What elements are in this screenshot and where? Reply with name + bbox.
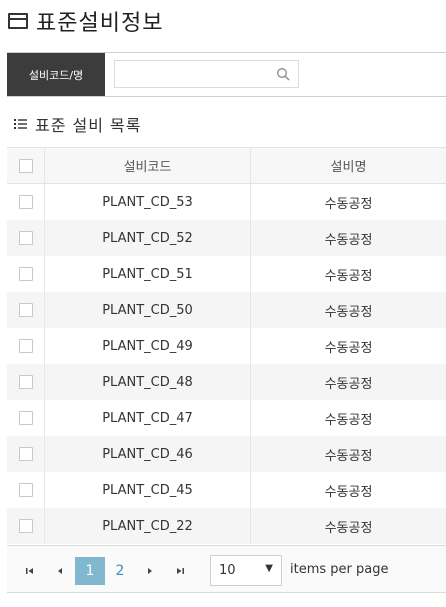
cell-equipment-code: PLANT_CD_45: [45, 472, 251, 508]
page-size-value: 10: [219, 563, 236, 578]
list-icon: [14, 119, 27, 129]
cell-equipment-code: PLANT_CD_48: [45, 364, 251, 400]
cell-equipment-code: PLANT_CD_51: [45, 256, 251, 292]
select-all-checkbox[interactable]: [18, 158, 33, 173]
last-page-icon: [177, 568, 184, 574]
cell-equipment-name: 수동공정: [324, 340, 373, 356]
row-checkbox[interactable]: [18, 483, 33, 497]
table-row[interactable]: PLANT_CD_51 수동공정: [7, 256, 446, 292]
page-size-select[interactable]: 10 ▼: [210, 555, 282, 586]
cell-equipment-code: PLANT_CD_46: [45, 436, 251, 472]
section-header: 표준 설비 목록: [14, 112, 142, 136]
cell-equipment-code: PLANT_CD_52: [45, 220, 251, 256]
column-header-code[interactable]: 설비코드: [45, 148, 251, 183]
search-label: 설비코드/명: [7, 53, 105, 96]
cell-equipment-name: 수동공정: [324, 448, 373, 464]
row-checkbox[interactable]: [18, 303, 33, 317]
next-page-icon: [148, 568, 152, 574]
row-checkbox[interactable]: [18, 519, 33, 533]
row-checkbox[interactable]: [18, 339, 33, 353]
cell-equipment-name: 수동공정: [324, 232, 373, 248]
table-row[interactable]: PLANT_CD_52 수동공정: [7, 220, 446, 256]
pager: 1 2 10 ▼ items per page: [7, 545, 446, 593]
row-checkbox[interactable]: [18, 375, 33, 389]
last-page-button[interactable]: [167, 558, 193, 584]
search-field[interactable]: [114, 60, 299, 88]
chevron-down-icon: ▼: [265, 563, 273, 574]
cell-equipment-name: 수동공정: [324, 196, 373, 212]
cell-equipment-code: PLANT_CD_22: [45, 508, 251, 544]
section-title: 표준 설비 목록: [35, 116, 142, 135]
equipment-table: 설비코드 설비명 PLANT_CD_53 수동공정 PLANT_CD_52 수동공정 P…: [7, 147, 446, 544]
cell-equipment-name: 수동공정: [324, 268, 373, 284]
cell-equipment-code: PLANT_CD_50: [45, 292, 251, 328]
cell-equipment-code: PLANT_CD_53: [45, 184, 251, 220]
table-row[interactable]: PLANT_CD_50 수동공정: [7, 292, 446, 328]
row-checkbox[interactable]: [18, 411, 33, 425]
table-row[interactable]: PLANT_CD_48 수동공정: [7, 364, 446, 400]
search-input[interactable]: [115, 61, 277, 87]
prev-page-button[interactable]: [47, 558, 73, 584]
table-row[interactable]: PLANT_CD_46 수동공정: [7, 436, 446, 472]
search-icon[interactable]: [276, 67, 290, 81]
cell-equipment-code: PLANT_CD_47: [45, 400, 251, 436]
search-bar: 설비코드/명: [7, 52, 446, 97]
cell-equipment-name: 수동공정: [324, 520, 373, 536]
cell-equipment-name: 수동공정: [324, 412, 373, 428]
first-page-button[interactable]: [17, 558, 43, 584]
table-row[interactable]: PLANT_CD_45 수동공정: [7, 472, 446, 508]
first-page-icon: [26, 568, 33, 574]
table-row[interactable]: PLANT_CD_22 수동공정: [7, 508, 446, 544]
row-checkbox[interactable]: [18, 267, 33, 281]
cell-equipment-name: 수동공정: [324, 484, 373, 500]
row-checkbox[interactable]: [18, 195, 33, 209]
page-2-button[interactable]: 2: [105, 557, 135, 585]
page-title: 표준설비정보: [36, 11, 164, 36]
prev-page-icon: [58, 568, 62, 574]
next-page-button[interactable]: [137, 558, 163, 584]
cell-equipment-name: 수동공정: [324, 304, 373, 320]
table-row[interactable]: PLANT_CD_53 수동공정: [7, 184, 446, 220]
page-header: 표준설비정보: [8, 6, 163, 36]
page-size-label: items per page: [290, 562, 389, 577]
table-header: 설비코드 설비명: [7, 147, 446, 184]
table-row[interactable]: PLANT_CD_49 수동공정: [7, 328, 446, 364]
column-header-name[interactable]: 설비명: [251, 148, 446, 183]
window-icon: [8, 13, 28, 29]
cell-equipment-code: PLANT_CD_49: [45, 328, 251, 364]
cell-equipment-name: 수동공정: [324, 376, 373, 392]
row-checkbox[interactable]: [18, 447, 33, 461]
page-1-button[interactable]: 1: [75, 557, 105, 585]
row-checkbox[interactable]: [18, 231, 33, 245]
table-row[interactable]: PLANT_CD_47 수동공정: [7, 400, 446, 436]
